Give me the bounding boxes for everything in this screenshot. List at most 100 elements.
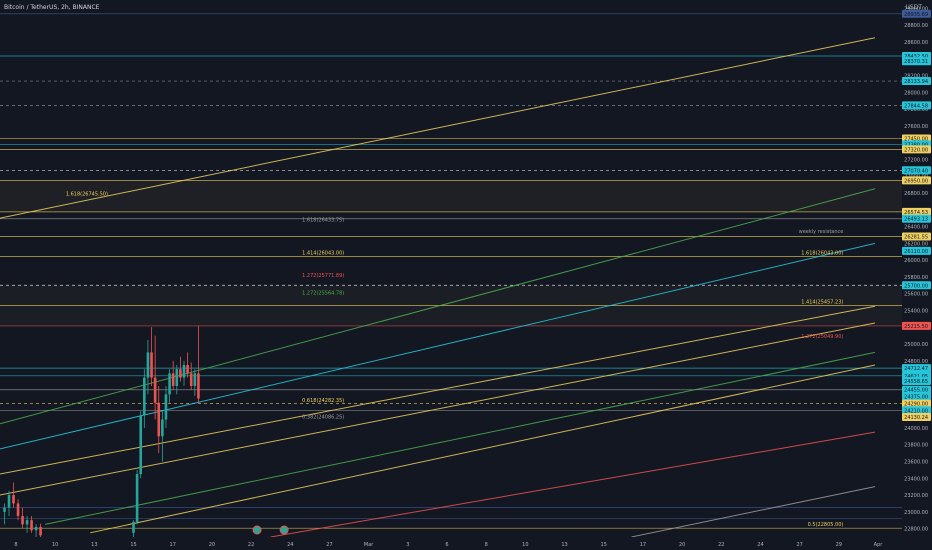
candle-body xyxy=(150,352,153,378)
candle-body xyxy=(197,373,200,399)
time-tick-label: 24 xyxy=(287,542,293,548)
price-tick-label: 27600.00 xyxy=(904,124,928,130)
price-badge-text: 24130.24 xyxy=(904,415,928,421)
candle-body xyxy=(3,507,6,512)
candle-body xyxy=(30,520,33,531)
time-tick-label: 10 xyxy=(522,542,528,548)
event-marker-icon[interactable] xyxy=(252,525,262,535)
time-tick-label: 13 xyxy=(561,542,567,548)
fib-level-label: 1.272(25771.89) xyxy=(302,273,344,279)
fib-level-label: weekly resistance xyxy=(799,229,844,235)
price-tick-label: 26000.00 xyxy=(904,258,928,264)
fib-level-label: 1.618(26433.75) xyxy=(302,218,344,224)
price-badge-text: 25215.50 xyxy=(904,324,928,330)
candle-body xyxy=(193,373,197,386)
price-badge-text: 27070.40 xyxy=(904,168,928,174)
price-tick-label: 23400.00 xyxy=(904,476,928,482)
time-tick-label: 10 xyxy=(52,542,58,548)
time-tick-label: 27 xyxy=(796,542,802,548)
candle-body xyxy=(135,474,139,522)
candle-body xyxy=(171,373,175,386)
price-badge-text: 27320.00 xyxy=(904,147,928,153)
candle-body xyxy=(161,419,164,437)
price-tick-label: 25400.00 xyxy=(904,308,928,314)
price-tick-label: 23000.00 xyxy=(904,510,928,516)
price-badge-text: 28133.94 xyxy=(904,79,928,85)
time-tick-label: 8 xyxy=(485,542,488,548)
price-tick-label: 23800.00 xyxy=(904,443,928,449)
price-tick-label: 28000.00 xyxy=(904,90,928,96)
price-badge-text: 26493.13 xyxy=(904,217,928,223)
candle-body xyxy=(7,495,11,508)
price-tick-label: 25800.00 xyxy=(904,275,928,281)
fib-level-label: 0.5(22805.00) xyxy=(808,522,844,528)
fib-level-label: 1.618(26745.50) xyxy=(66,192,108,198)
candle-body xyxy=(186,364,189,374)
price-tick-label: 23200.00 xyxy=(904,493,928,499)
time-tick-label: 22 xyxy=(718,542,724,548)
currency-label: USDT xyxy=(905,4,923,11)
price-badge-text: 24375.00 xyxy=(904,394,928,400)
price-tick-label: 26200.00 xyxy=(904,241,928,247)
price-tick-label: 27200.00 xyxy=(904,157,928,163)
price-badge-text: 25700.00 xyxy=(904,283,928,289)
time-tick-label: 6 xyxy=(445,542,448,548)
price-tick-label: 22800.00 xyxy=(904,527,928,533)
candle-body xyxy=(157,402,161,437)
price-chart[interactable]: 1.618(26745.50) 1.618(26433.75) 1.414(2604… xyxy=(0,0,932,550)
event-marker-icon[interactable] xyxy=(279,525,289,535)
time-tick-label: 27 xyxy=(326,542,332,548)
price-tick-label: 28800.00 xyxy=(904,23,928,29)
price-badge-text: 24712.47 xyxy=(904,366,928,372)
symbol-title: Bitcoin / TetherUS, 2h, BINANCE xyxy=(4,4,100,11)
time-tick-label: Apr xyxy=(874,542,884,548)
time-tick-label: 24 xyxy=(757,542,763,548)
time-tick-label: 13 xyxy=(91,542,97,548)
price-badge-text: 26281.55 xyxy=(904,234,928,240)
candle-body xyxy=(168,373,171,395)
candle-body xyxy=(21,516,24,525)
candle-body xyxy=(153,377,157,403)
price-badge-text: 28370.31 xyxy=(904,59,928,65)
candle-body xyxy=(179,369,182,378)
time-tick-label: 15 xyxy=(601,542,607,548)
zone-shade xyxy=(0,180,902,212)
candle-body xyxy=(143,377,146,416)
candle-body xyxy=(34,526,38,531)
price-badge-text: 28935.69 xyxy=(904,12,928,18)
candle-body xyxy=(139,415,143,475)
fib-level-label: 0.382(24086.25) xyxy=(302,415,344,421)
candle-body xyxy=(175,369,179,386)
time-axis xyxy=(0,537,932,550)
candle-body xyxy=(16,503,20,517)
fib-level-label: 0.618(24282.35) xyxy=(302,398,344,404)
fib-level-label: 1.272(25049.90) xyxy=(801,334,843,340)
price-badge-text: 26110.00 xyxy=(904,249,928,255)
price-badge-text: 26950.00 xyxy=(904,178,928,184)
price-tick-label: 24000.00 xyxy=(904,426,928,432)
candle-body xyxy=(146,352,150,378)
time-tick-label: 22 xyxy=(248,542,254,548)
time-tick-label: 20 xyxy=(209,542,215,548)
time-tick-label: 15 xyxy=(130,542,136,548)
candle-body xyxy=(12,495,15,504)
candle-body xyxy=(132,521,135,533)
fib-level-label: 1.618(26043.00) xyxy=(801,251,843,257)
candle-body xyxy=(164,394,168,420)
fib-level-label: 1.272(25564.78) xyxy=(302,291,344,297)
price-tick-label: 28600.00 xyxy=(904,40,928,46)
price-tick-label: 25600.00 xyxy=(904,292,928,298)
fib-level-label: 1.414(26043.00) xyxy=(302,251,344,257)
time-tick-label: 3 xyxy=(406,542,409,548)
candle-body xyxy=(182,364,186,378)
price-tick-label: 26800.00 xyxy=(904,191,928,197)
price-tick-label: 26400.00 xyxy=(904,225,928,231)
candle-body xyxy=(39,526,42,536)
time-tick-label: 17 xyxy=(170,542,176,548)
time-tick-label: 8 xyxy=(14,542,17,548)
time-tick-label: 20 xyxy=(679,542,685,548)
price-tick-label: 25000.00 xyxy=(904,342,928,348)
price-badge-text: 27844.58 xyxy=(904,103,928,109)
fib-level-label: 1.414(25457.23) xyxy=(801,300,843,306)
price-tick-label: 23600.00 xyxy=(904,459,928,465)
